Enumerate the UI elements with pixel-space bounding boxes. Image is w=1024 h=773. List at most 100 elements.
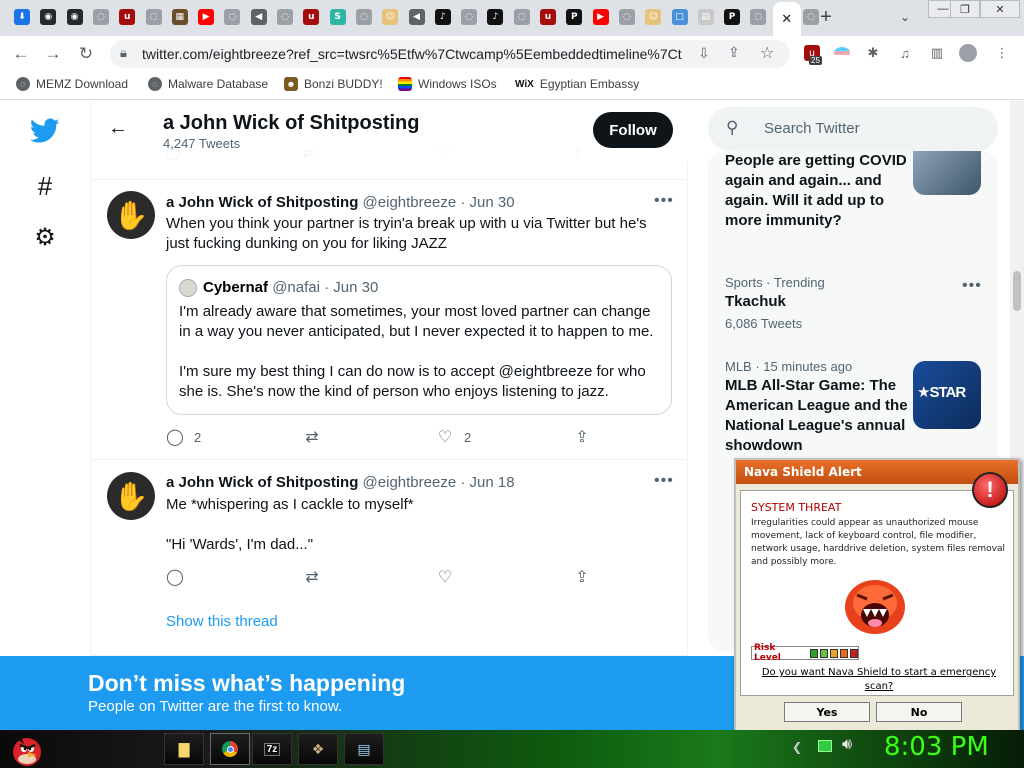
back-button[interactable]: ← [10,43,32,65]
more-options-icon[interactable]: ••• [654,192,674,210]
browser-tab[interactable]: ◉ [36,5,60,29]
start-button[interactable] [8,730,46,768]
yes-button[interactable]: Yes [784,702,870,722]
trend-item[interactable]: People are getting COVID again and again… [725,151,915,231]
scrollbar-thumb[interactable] [1013,271,1021,311]
browser-tab[interactable]: ▶ [194,5,218,29]
bookmark-malware-database[interactable]: ◌ Malware Database [148,77,268,91]
close-window-button[interactable]: ✕ [980,0,1020,18]
network-icon[interactable] [818,740,832,752]
tweet-author[interactable]: a John Wick of Shitposting @eightbreeze … [166,474,515,491]
browser-tab[interactable]: ☺ [378,5,402,29]
trend-item[interactable]: Sports · Trending Tkachuk 6,086 Tweets [725,275,915,331]
tweet-author[interactable]: a John Wick of Shitposting @eightbreeze … [166,194,515,211]
bookmark-memz[interactable]: ◌ MEMZ Download [16,77,128,91]
share-button[interactable]: ⇪ [573,568,591,586]
avatar[interactable]: ✋ [107,191,155,239]
more-options-icon[interactable]: ••• [654,472,674,490]
explore-button[interactable]: # [30,171,60,201]
browser-tab[interactable]: ▦ [168,5,192,29]
side-panel-button[interactable]: ▥ [928,44,946,62]
menu-button[interactable]: ⋮ [993,44,1011,62]
browser-tab[interactable]: u [115,5,139,29]
twitter-logo[interactable] [30,116,60,146]
reply-button[interactable]: ◯ [166,568,184,586]
minimize-icon: — [937,3,949,15]
browser-tab[interactable]: ◌ [352,5,376,29]
browser-tab[interactable]: ◌ [142,5,166,29]
browser-tab[interactable]: ◌ [615,5,639,29]
browser-tab[interactable]: ◀ [405,5,429,29]
bookmark-egyptian-embassy[interactable]: WiX Egyptian Embassy [515,77,639,91]
browser-tab[interactable]: ◌ [89,5,113,29]
retweet-button[interactable]: ⇄ [303,568,321,586]
tab-search-button[interactable]: ⌄ [893,5,917,29]
browser-tab[interactable]: ▶ [589,5,613,29]
browser-tab[interactable]: ◉ [63,5,87,29]
follow-button[interactable]: Follow [593,112,673,148]
tweet-date[interactable]: · Jun 18 [460,474,514,491]
browser-tab[interactable]: ◌ [220,5,244,29]
browser-tab[interactable]: ◀ [247,5,271,29]
share-icon[interactable]: ⇪ [728,44,740,61]
install-icon[interactable]: ⇩ [698,45,710,62]
taskbar-app[interactable]: ❖ [298,733,338,765]
browser-tab[interactable]: ◌ [510,5,534,29]
reload-button[interactable]: ↻ [75,43,97,65]
taskbar-folder[interactable]: ▇ [164,733,204,765]
browser-tab[interactable]: u [536,5,560,29]
browser-tab[interactable]: ✕ [772,2,801,36]
browser-tab[interactable]: ⬇ [10,5,34,29]
browser-tab[interactable]: S [326,5,350,29]
url-text[interactable]: twitter.com/eightbreeze?ref_src=twsrc%5E… [142,46,682,62]
retweet-button[interactable]: ⇄ [303,428,321,446]
search-box[interactable]: ⚲ Search Twitter [708,107,998,151]
no-button[interactable]: No [876,702,962,722]
flag-extension[interactable] [833,44,851,62]
reply-button[interactable]: ◯ 2 [166,428,201,446]
browser-tab[interactable]: ◌ [457,5,481,29]
media-button[interactable]: ♫ [896,44,914,62]
like-button[interactable]: ♡ [436,568,454,586]
quoted-tweet[interactable]: Cybernaf @nafai · Jun 30 I'm already awa… [166,265,672,415]
address-bar[interactable]: 🔒︎ twitter.com/eightbreeze?ref_src=twsrc… [110,40,790,68]
bookmark-bonzi-buddy[interactable]: ☻ Bonzi BUDDY! [284,77,383,91]
back-arrow-icon[interactable]: ← [108,117,128,140]
bookmark-windows-isos[interactable]: Windows ISOs [398,77,497,91]
star-icon[interactable]: ☆ [760,43,774,63]
browser-tab[interactable]: ☺ [641,5,665,29]
profile-button[interactable] [959,44,977,62]
browser-tab[interactable]: u [299,5,323,29]
browser-tab[interactable]: ◌ [746,5,770,29]
show-thread-link[interactable]: Show this thread [166,613,278,630]
nava-shield-alert-window[interactable]: Nava Shield Alert SYSTEM THREAT Irregula… [734,458,1020,734]
browser-tab[interactable]: ♪ [431,5,455,29]
browser-tab[interactable]: P [562,5,586,29]
like-button[interactable]: ♡ 2 [436,428,471,446]
tweet-date[interactable]: · Jun 30 [460,194,514,211]
avatar[interactable]: ✋ [107,472,155,520]
trend-item[interactable]: MLB · 15 minutes ago MLB All-Star Game: … [725,359,915,456]
taskbar-notepad[interactable]: ▤ [344,733,384,765]
browser-tab[interactable]: ◌ [273,5,297,29]
forward-button[interactable]: → [42,43,64,65]
clock[interactable]: 8:03 PM [884,732,989,762]
browser-tab[interactable]: ▤ [694,5,718,29]
trend-more-icon[interactable]: ••• [962,277,982,295]
hand-icon: ✋ [113,480,149,512]
extensions-button[interactable]: ✱ [864,44,882,62]
taskbar-chrome[interactable] [210,733,250,765]
volume-icon[interactable]: 🔊︎ [842,736,852,754]
browser-tab[interactable]: □ [668,5,692,29]
browser-tab[interactable]: P [720,5,744,29]
taskbar-7zip[interactable]: 7z [252,733,292,765]
tray-chevron-icon[interactable]: ❮ [792,740,802,754]
new-tab-button[interactable]: + [814,5,838,29]
restore-button[interactable]: ❐ [950,0,980,18]
tweet[interactable]: ✋ a John Wick of Shitposting @eightbreez… [91,179,688,460]
ublock-extension[interactable]: u 25 [803,44,822,65]
browser-tab[interactable]: ♪ [483,5,507,29]
search-input[interactable]: Search Twitter [764,120,860,137]
share-button[interactable]: ⇪ [573,428,591,446]
settings-button[interactable]: ⚙ [30,222,60,252]
